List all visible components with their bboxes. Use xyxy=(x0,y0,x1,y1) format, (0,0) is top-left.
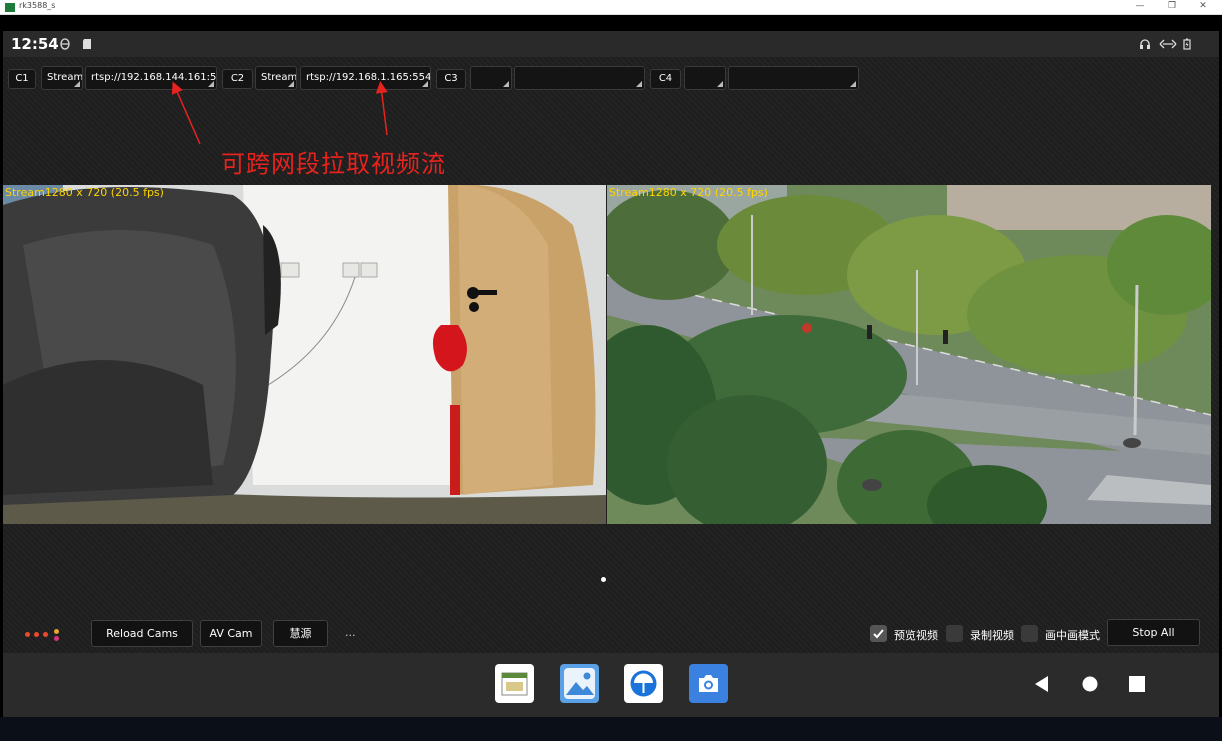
calendar-app-icon[interactable] xyxy=(495,664,534,703)
close-button[interactable]: ✕ xyxy=(1193,1,1213,11)
pip-mode-checkbox[interactable] xyxy=(1021,625,1038,642)
recents-icon[interactable] xyxy=(1129,676,1145,692)
host-taskbar-strip xyxy=(0,717,1222,741)
window-title: rk3588_s xyxy=(19,1,56,10)
usb-debug-icon xyxy=(1159,39,1177,49)
record-video-checkbox[interactable] xyxy=(946,625,963,642)
reload-cams-button[interactable]: Reload Cams xyxy=(91,620,193,647)
menu-dot-2 xyxy=(34,632,39,637)
annotation-arrow-1 xyxy=(171,81,201,145)
window-titlebar: rk3588_s — ❐ ✕ xyxy=(0,0,1222,15)
camera-4-url-input[interactable] xyxy=(728,66,859,90)
video-1-caption: Stream1280 x 720 (20.5 fps) xyxy=(5,186,164,199)
av-cam-button[interactable]: AV Cam xyxy=(200,620,262,647)
preview-video-label: 预览视频 xyxy=(894,629,938,642)
camera-4-type-select[interactable] xyxy=(684,66,726,90)
menu-dot-3 xyxy=(43,632,48,637)
navigation-bar xyxy=(3,653,1219,717)
headset-icon xyxy=(1140,39,1150,49)
pip-mode-label: 画中画模式 xyxy=(1045,629,1100,642)
gallery-app-icon[interactable] xyxy=(560,664,599,703)
app-menu-dots-icon[interactable] xyxy=(25,629,65,641)
home-icon[interactable] xyxy=(1082,676,1098,692)
back-icon[interactable] xyxy=(1033,675,1051,693)
annotation-arrow-2 xyxy=(375,81,388,136)
camera-app-icon[interactable] xyxy=(689,664,728,703)
more-label[interactable]: ... xyxy=(345,626,356,639)
video-2-caption: Stream1280 x 720 (20.5 fps) xyxy=(609,186,768,199)
annotation-text: 可跨网段拉取视频流 xyxy=(221,150,446,178)
video-2-frame xyxy=(607,185,1211,524)
minimize-button[interactable]: — xyxy=(1130,1,1150,11)
preview-video-checkbox[interactable] xyxy=(870,625,887,642)
checkmark-icon xyxy=(873,629,884,639)
menu-dot-1 xyxy=(25,632,30,637)
video-1-frame xyxy=(3,185,606,524)
maximize-button[interactable]: ❐ xyxy=(1162,1,1182,11)
record-video-label: 录制视频 xyxy=(970,629,1014,642)
page-indicator-dot xyxy=(601,577,606,582)
menu-dot-4 xyxy=(54,629,59,634)
camera-4-label: C4 xyxy=(650,69,681,89)
app-icon xyxy=(5,3,15,12)
camera-3-url-input[interactable] xyxy=(514,66,645,90)
video-panel-2[interactable]: Stream1280 x 720 (20.5 fps) xyxy=(607,185,1211,524)
huiyuan-button[interactable]: 慧源 xyxy=(273,620,328,647)
browser-app-icon[interactable] xyxy=(624,664,663,703)
battery-charging-icon xyxy=(1183,38,1191,50)
menu-dot-5 xyxy=(54,636,59,641)
android-screen: 12:54 C1 Stream rtsp://192.168.144.161:5… xyxy=(3,31,1219,717)
stop-all-button[interactable]: Stop All xyxy=(1107,619,1200,646)
video-panel-1[interactable]: Stream1280 x 720 (20.5 fps) xyxy=(3,185,606,524)
